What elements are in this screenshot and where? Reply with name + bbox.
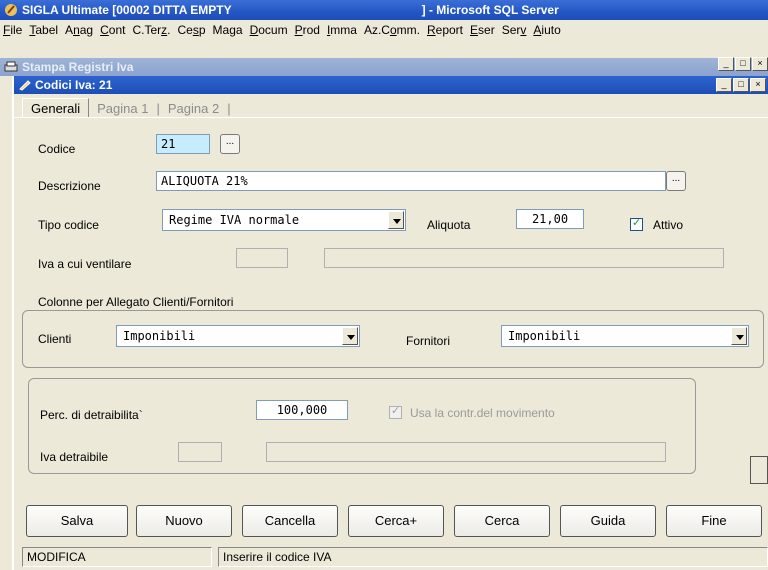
app-titlebar[interactable]: SIGLA Ultimate [00002 DITTA EMPTY ] - Mi…	[0, 0, 768, 20]
cerca-plus-button[interactable]: Cerca+	[348, 505, 444, 537]
tab-bar: Generali Pagina 1 | Pagina 2 |	[22, 98, 231, 118]
menu-eser[interactable]: Eser	[467, 23, 499, 37]
app-title: SIGLA Ultimate [00002 DITTA EMPTY	[22, 3, 232, 17]
status-message: Inserire il codice IVA	[218, 547, 768, 567]
menu-bar: File Tabel Anag Cont C.Terz. Cesp Maga D…	[0, 20, 768, 39]
menu-cterz[interactable]: C.Terz.	[129, 23, 174, 37]
maximize-icon[interactable]: □	[733, 78, 749, 92]
clienti-select[interactable]: Imponibili	[116, 325, 360, 347]
salva-button[interactable]: Salva	[26, 505, 128, 537]
menu-anag[interactable]: Anag	[62, 23, 97, 37]
menu-file[interactable]: File	[0, 23, 26, 37]
codice-input[interactable]: 21	[156, 134, 210, 154]
iva-detraibile-code-input[interactable]	[178, 442, 222, 462]
tab-generali[interactable]: Generali	[22, 98, 90, 118]
menu-cesp[interactable]: Cesp	[174, 23, 209, 37]
tab-pagina-2[interactable]: Pagina 2	[160, 99, 227, 118]
descrizione-input[interactable]: ALIQUOTA 21%	[156, 171, 666, 191]
ventilare-code-input[interactable]	[236, 248, 288, 268]
close-icon[interactable]: ×	[752, 57, 768, 71]
menu-tabel[interactable]: Tabel	[26, 23, 62, 37]
codice-lookup-button[interactable]: ...	[220, 134, 240, 154]
nuovo-button[interactable]: Nuovo	[136, 505, 232, 537]
descrizione-label: Descrizione	[38, 179, 101, 193]
minimize-icon[interactable]: _	[716, 78, 732, 92]
ventilare-description-input	[324, 248, 724, 268]
close-icon[interactable]: ×	[750, 78, 766, 92]
tipo-codice-value: Regime IVA normale	[169, 213, 300, 227]
maximize-icon[interactable]: □	[735, 57, 751, 71]
menu-imma[interactable]: Imma	[324, 23, 361, 37]
menu-serv[interactable]: Serv	[499, 23, 531, 37]
usa-contr-checkbox[interactable]	[389, 404, 402, 419]
printer-icon	[4, 61, 18, 72]
perc-detraibilita-label: Perc. di detraibilita`	[40, 408, 143, 422]
iva-detraibile-description-input	[266, 442, 666, 462]
menu-aiuto[interactable]: Aiuto	[530, 23, 564, 37]
usa-contr-label: Usa la contr.del movimento	[410, 406, 555, 420]
chevron-down-icon[interactable]	[388, 211, 404, 229]
status-mode: MODIFICA	[22, 547, 212, 567]
menu-maga[interactable]: Maga	[210, 23, 247, 37]
fornitori-label: Fornitori	[406, 334, 451, 348]
tab-separator: |	[227, 101, 231, 116]
codice-label: Codice	[38, 142, 76, 156]
fornitori-select[interactable]: Imponibili	[501, 325, 749, 347]
fornitori-value: Imponibili	[508, 329, 581, 343]
window-title: Codici Iva: 21	[35, 78, 113, 92]
menu-cont[interactable]: Cont	[97, 23, 129, 37]
attivo-label: Attivo	[653, 218, 684, 232]
menu-prod[interactable]: Prod	[292, 23, 324, 37]
iva-detraibile-label: Iva detraibile	[40, 450, 109, 464]
cancella-button[interactable]: Cancella	[242, 505, 338, 537]
colonne-heading: Colonne per Allegato Clienti/Fornitori	[38, 295, 234, 309]
minimize-icon[interactable]: _	[718, 57, 734, 71]
menu-docum[interactable]: Docum	[247, 23, 292, 37]
tab-pagina-1[interactable]: Pagina 1	[89, 99, 156, 118]
app-logo-icon	[5, 4, 17, 16]
attivo-checkbox[interactable]	[630, 216, 643, 231]
guida-button[interactable]: Guida	[560, 505, 656, 537]
window-titlebar[interactable]: Codici Iva: 21	[14, 76, 768, 94]
tipo-codice-label: Tipo codice	[38, 218, 99, 232]
clienti-label: Clienti	[38, 332, 72, 346]
cerca-button[interactable]: Cerca	[454, 505, 550, 537]
aliquota-label: Aliquota	[427, 218, 471, 232]
background-window-title: Stampa Registri Iva	[22, 60, 134, 74]
ventilare-label: Iva a cui ventilare	[38, 257, 132, 271]
pencil-icon	[19, 80, 31, 91]
window-controls: _ □ ×	[715, 78, 766, 92]
tab-divider	[14, 117, 768, 118]
chevron-down-icon[interactable]	[342, 327, 358, 345]
fine-button[interactable]: Fine	[666, 505, 762, 537]
mdi-client-area	[0, 39, 768, 59]
background-window-titlebar[interactable]: Stampa Registri Iva	[0, 58, 768, 76]
menu-azcomm[interactable]: Az.Comm.	[361, 23, 424, 37]
app-title-suffix: ] - Microsoft SQL Server	[421, 3, 559, 17]
aliquota-input[interactable]: 21,00	[516, 209, 584, 229]
chevron-down-icon[interactable]	[731, 327, 747, 345]
perc-detraibilita-input[interactable]: 100,000	[256, 400, 348, 420]
resize-grip-icon[interactable]	[750, 456, 768, 484]
menu-report[interactable]: Report	[424, 23, 467, 37]
descrizione-lookup-button[interactable]: ...	[666, 171, 686, 191]
clienti-value: Imponibili	[123, 329, 196, 343]
tipo-codice-select[interactable]: Regime IVA normale	[162, 209, 406, 231]
background-window-controls: _ □ ×	[717, 57, 768, 71]
codici-iva-window: Codici Iva: 21 _ □ × Generali Pagina 1 |…	[12, 76, 768, 570]
